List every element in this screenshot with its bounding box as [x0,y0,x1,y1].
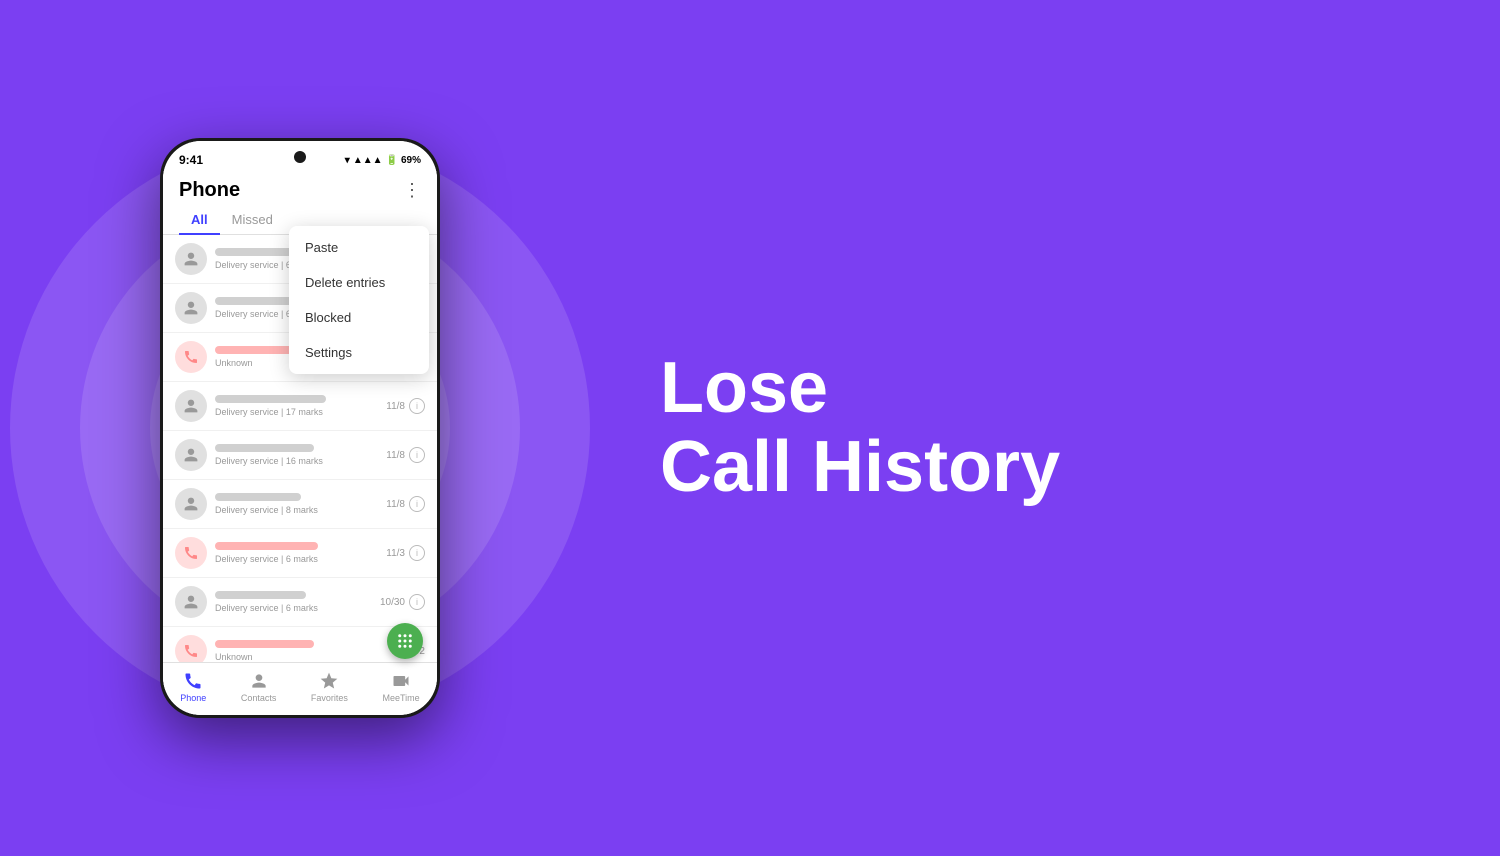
call-name-missed-placeholder [215,542,318,550]
call-avatar [175,341,207,373]
menu-item-delete-entries[interactable]: Delete entries [289,265,429,300]
battery-icon: 🔋 [386,155,398,166]
call-avatar [175,292,207,324]
app-header: Phone ⋮ [163,171,437,206]
hero-line1: Lose [660,349,1060,428]
nav-phone-label: Phone [180,693,206,703]
call-info: Unknown [215,640,406,662]
call-name-placeholder [215,591,306,599]
call-item[interactable]: Delivery service | 6 marks 10/30 i [163,578,437,627]
hero-text: Lose Call History [660,349,1060,507]
nav-favorites[interactable]: Favorites [311,671,348,703]
wifi-icon: ▾ [345,155,350,166]
camera-notch [294,151,306,163]
info-icon[interactable]: i [409,594,425,610]
phone-content: Phone ⋮ All Missed Paste [163,171,437,715]
nav-phone[interactable]: Phone [180,671,206,703]
battery-percent: 69% [401,155,421,166]
nav-favorites-label: Favorites [311,693,348,703]
call-right: 11/3 i [386,545,425,561]
nav-meetime-label: MeeTime [382,693,419,703]
call-avatar [175,586,207,618]
info-icon[interactable]: i [409,496,425,512]
call-name-placeholder [215,444,314,452]
phone-area: 9:41 ▾ ▲▲▲ 🔋 69% Phone ⋮ [0,0,600,856]
context-menu: Paste Delete entries Blocked Settings [289,226,429,374]
dialpad-fab[interactable] [387,623,423,659]
call-info: Delivery service | 17 marks [215,395,386,417]
call-sub: Delivery service | 8 marks [215,505,386,515]
nav-contacts-label: Contacts [241,693,277,703]
menu-item-settings[interactable]: Settings [289,335,429,370]
nav-meetime[interactable]: MeeTime [382,671,419,703]
call-item[interactable]: Delivery service | 6 marks 11/3 i [163,529,437,578]
call-right: 11/8 i [386,398,425,414]
page-layout: 9:41 ▾ ▲▲▲ 🔋 69% Phone ⋮ [0,0,1500,856]
call-name-placeholder [215,395,326,403]
call-sub: Delivery service | 6 marks [215,554,386,564]
call-item[interactable]: Delivery service | 17 marks 11/8 i [163,382,437,431]
call-avatar [175,439,207,471]
call-avatar [175,537,207,569]
app-title: Phone [179,179,240,202]
menu-dots-button[interactable]: ⋮ [403,180,421,201]
call-name-missed-placeholder [215,640,314,648]
call-right: 11/8 i [386,496,425,512]
tab-missed[interactable]: Missed [220,206,285,235]
call-sub: Delivery service | 16 marks [215,456,386,466]
call-sub: Delivery service | 17 marks [215,407,386,417]
call-info: Delivery service | 8 marks [215,493,386,515]
call-sub: Delivery service | 6 marks [215,603,380,613]
menu-item-blocked[interactable]: Blocked [289,300,429,335]
status-time: 9:41 [179,153,203,167]
call-right: 10/30 i [380,594,425,610]
hero-text-area: Lose Call History [600,349,1500,507]
call-info: Delivery service | 6 marks [215,542,386,564]
info-icon[interactable]: i [409,398,425,414]
call-item[interactable]: Delivery service | 16 marks 11/8 i [163,431,437,480]
call-name-placeholder [215,493,301,501]
tab-all[interactable]: All [179,206,220,235]
call-avatar [175,390,207,422]
nav-contacts[interactable]: Contacts [241,671,277,703]
call-info: Delivery service | 6 marks [215,591,380,613]
phone-screen: 9:41 ▾ ▲▲▲ 🔋 69% Phone ⋮ [163,141,437,715]
info-icon[interactable]: i [409,545,425,561]
signal-icon: ▲▲▲ [353,155,383,166]
menu-item-paste[interactable]: Paste [289,230,429,265]
call-avatar [175,243,207,275]
call-info: Delivery service | 16 marks [215,444,386,466]
call-right: 11/8 i [386,447,425,463]
hero-line2: Call History [660,428,1060,507]
phone-device: 9:41 ▾ ▲▲▲ 🔋 69% Phone ⋮ [160,138,440,718]
bottom-nav: Phone Contacts Favorites [163,662,437,715]
call-item[interactable]: Delivery service | 8 marks 11/8 i [163,480,437,529]
info-icon[interactable]: i [409,447,425,463]
call-sub: Unknown [215,652,406,662]
call-avatar [175,488,207,520]
status-icons: ▾ ▲▲▲ 🔋 69% [345,155,421,166]
